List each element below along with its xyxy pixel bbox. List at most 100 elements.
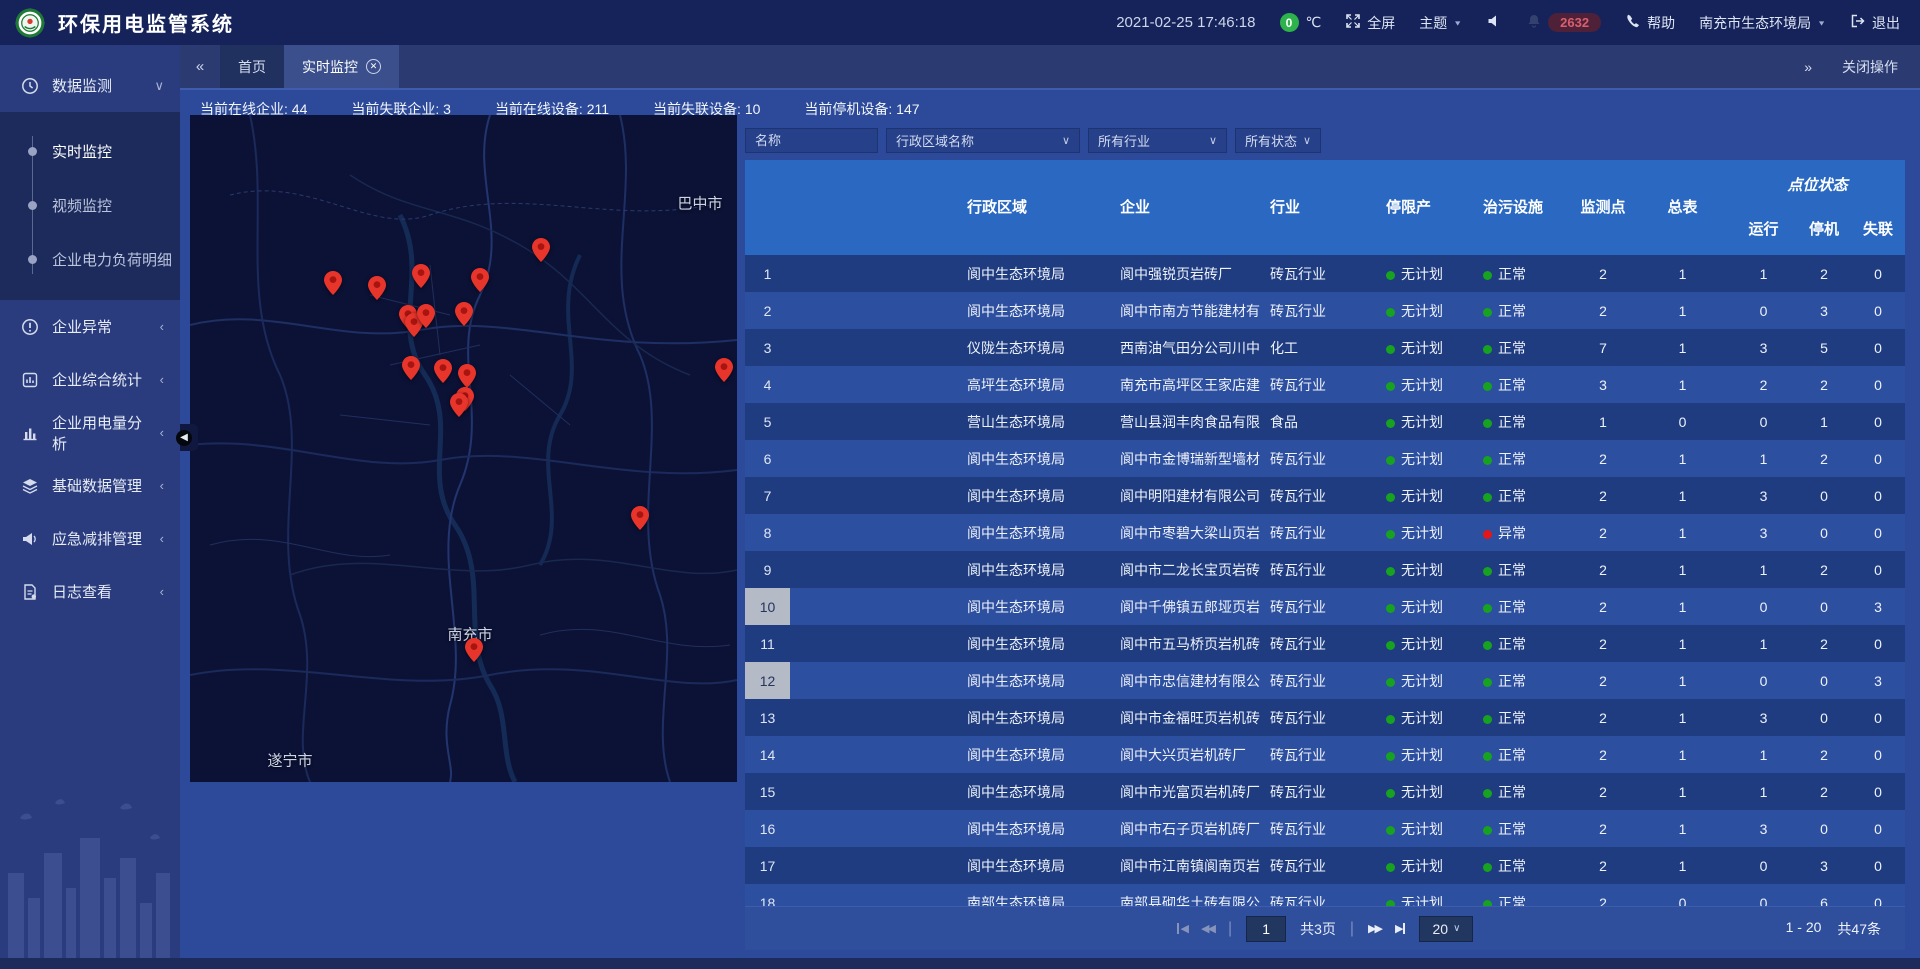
table-row[interactable]: 1阆中生态环境局阆中强锐页岩砖厂砖瓦行业无计划正常21120	[745, 255, 1905, 292]
cell-run: 0	[1730, 599, 1797, 615]
cell-facility-status: 正常	[1483, 745, 1571, 765]
status-dot-icon	[1483, 530, 1492, 539]
map-pin-icon[interactable]	[455, 302, 473, 326]
table-row[interactable]: 12阆中生态环境局阆中市忠信建材有限公砖瓦行业无计划正常21003	[745, 662, 1905, 699]
table-row[interactable]: 9阆中生态环境局阆中市二龙长宝页岩砖砖瓦行业无计划正常21120	[745, 551, 1905, 588]
sidebar-item[interactable]: 基础数据管理‹	[0, 459, 180, 512]
page-size-select[interactable]: 20∨	[1419, 916, 1473, 942]
table-row[interactable]: 3仪陇生态环境局西南油气田分公司川中化工无计划正常71350	[745, 329, 1905, 366]
chevron-down-icon: ∨	[154, 78, 164, 94]
status-dot-icon	[1386, 604, 1395, 613]
name-search-input[interactable]	[745, 128, 878, 153]
fullscreen-icon	[1345, 13, 1361, 32]
status-dot-icon	[1386, 271, 1395, 280]
first-page-icon[interactable]: ◀	[1177, 922, 1187, 935]
last-page-icon[interactable]: ▶	[1395, 922, 1405, 935]
table-row[interactable]: 16阆中生态环境局阆中市石子页岩机砖厂砖瓦行业无计划正常21300	[745, 810, 1905, 847]
cell-run: 1	[1730, 636, 1797, 652]
layers-icon	[21, 477, 39, 495]
chevron-left-icon: ‹	[160, 425, 164, 440]
map-pin-icon[interactable]	[471, 268, 489, 292]
table-row[interactable]: 11阆中生态环境局阆中市五马桥页岩机砖砖瓦行业无计划正常21120	[745, 625, 1905, 662]
map-pin-icon[interactable]	[465, 638, 483, 662]
sidebar-item[interactable]: 企业综合统计‹	[0, 353, 180, 406]
sidebar-item[interactable]: 应急减排管理‹	[0, 512, 180, 565]
map-pin-icon[interactable]	[402, 356, 420, 380]
map-pin-icon[interactable]	[417, 304, 435, 328]
sidebar-subitem[interactable]: 视频监控	[0, 178, 180, 232]
cell-stop: 3	[1797, 858, 1851, 874]
map-canvas[interactable]: 巴中市南充市遂宁市	[190, 115, 737, 782]
table-row[interactable]: 6阆中生态环境局阆中市金博瑞新型墙材砖瓦行业无计划正常21120	[745, 440, 1905, 477]
cell-meters: 1	[1635, 488, 1730, 504]
cell-meters: 1	[1635, 562, 1730, 578]
table-row[interactable]: 5营山生态环境局营山县润丰肉食品有限食品无计划正常10010	[745, 403, 1905, 440]
table-row[interactable]: 14阆中生态环境局阆中大兴页岩机砖厂砖瓦行业无计划正常21120	[745, 736, 1905, 773]
pagination-bar: ◀ ◀◀ | 共3页 | ▶▶ ▶ 20∨ 1 - 20共47条	[745, 906, 1905, 950]
table-row[interactable]: 7阆中生态环境局阆中明阳建材有限公司砖瓦行业无计划正常21300	[745, 477, 1905, 514]
map-pin-icon[interactable]	[715, 358, 733, 382]
cell-meters: 1	[1635, 340, 1730, 356]
cell-industry: 砖瓦行业	[1270, 782, 1386, 802]
table-row[interactable]: 13阆中生态环境局阆中市金福旺页岩机砖砖瓦行业无计划正常21300	[745, 699, 1905, 736]
tab-close-icon[interactable]: ✕	[366, 59, 381, 74]
industry-select[interactable]: 所有行业∨	[1088, 128, 1227, 153]
map-pin-icon[interactable]	[631, 506, 649, 530]
tab-item[interactable]: 首页	[220, 45, 284, 88]
cell-limit-status: 无计划	[1386, 523, 1483, 543]
prev-page-icon[interactable]: ◀◀	[1201, 922, 1214, 935]
cell-lost: 3	[1851, 599, 1905, 615]
sidebar-item[interactable]: 企业用电量分析‹	[0, 406, 180, 459]
close-operations-button[interactable]: 关闭操作	[1842, 57, 1898, 77]
cell-lost: 0	[1851, 414, 1905, 430]
total-pages-label: 共3页	[1300, 919, 1336, 939]
tab-active[interactable]: 实时监控✕	[284, 45, 399, 88]
table-row[interactable]: 2阆中生态环境局阆中市南方节能建材有砖瓦行业无计划正常21030	[745, 292, 1905, 329]
help-button[interactable]: 帮助	[1625, 13, 1675, 33]
logout-button[interactable]: 退出	[1850, 13, 1900, 33]
map-pin-icon[interactable]	[368, 276, 386, 300]
table-row[interactable]: 10阆中生态环境局阆中千佛镇五郎垭页岩砖瓦行业无计划正常21003	[745, 588, 1905, 625]
sidebar-item[interactable]: 企业异常‹	[0, 300, 180, 353]
sidebar-item[interactable]: 数据监测∨	[0, 59, 180, 112]
region-select[interactable]: 行政区域名称∨	[886, 128, 1080, 153]
next-page-icon[interactable]: ▶▶	[1368, 922, 1381, 935]
mute-button[interactable]	[1486, 13, 1502, 32]
map-pin-icon[interactable]	[324, 271, 342, 295]
table-row[interactable]: 17阆中生态环境局阆中市江南镇阆南页岩砖瓦行业无计划正常21030	[745, 847, 1905, 884]
sidebar-subitem[interactable]: 实时监控	[0, 124, 180, 178]
theme-dropdown[interactable]: 主题▼	[1419, 13, 1462, 33]
cell-facility-status: 正常	[1483, 338, 1571, 358]
cell-company: 阆中市石子页岩机砖厂	[1120, 819, 1270, 839]
table-row[interactable]: 4高坪生态环境局南充市高坪区王家店建砖瓦行业无计划正常31220	[745, 366, 1905, 403]
table-row[interactable]: 15阆中生态环境局阆中市光富页岩机砖厂砖瓦行业无计划正常21120	[745, 773, 1905, 810]
status-select[interactable]: 所有状态∨	[1235, 128, 1321, 153]
row-index: 6	[745, 440, 790, 477]
cell-stop: 2	[1797, 747, 1851, 763]
sidebar-subitem[interactable]: 企业电力负荷明细	[0, 232, 180, 286]
cell-meters: 1	[1635, 636, 1730, 652]
cell-industry: 砖瓦行业	[1270, 745, 1386, 765]
sidebar-item[interactable]: 日志查看‹	[0, 565, 180, 618]
notifications-button[interactable]: 2632	[1526, 13, 1601, 32]
cell-industry: 砖瓦行业	[1270, 301, 1386, 321]
table-header: 行政区域企业行业停限产治污设施监测点总表点位状态运行停机失联	[745, 160, 1905, 255]
map-pin-icon[interactable]	[532, 238, 550, 262]
tabs-scroll-left-icon[interactable]: «	[180, 45, 220, 88]
fullscreen-button[interactable]: 全屏	[1345, 13, 1395, 33]
sidebar-collapse-handle[interactable]: ◀	[180, 424, 198, 451]
tabs-scroll-right-icon[interactable]: »	[1804, 59, 1812, 75]
page-number-input[interactable]	[1246, 916, 1286, 942]
sidebar-item-label: 应急减排管理	[52, 528, 142, 549]
org-dropdown[interactable]: 南充市生态环境局▼	[1699, 13, 1826, 33]
chevron-left-icon: ‹	[160, 584, 164, 599]
map-pin-icon[interactable]	[412, 264, 430, 288]
table-row[interactable]: 8阆中生态环境局阆中市枣碧大梁山页岩砖瓦行业无计划异常21300	[745, 514, 1905, 551]
cell-lost: 0	[1851, 784, 1905, 800]
status-dot-icon	[1483, 456, 1492, 465]
map-pin-icon[interactable]	[458, 364, 476, 388]
map-pin-icon[interactable]	[450, 393, 468, 417]
cell-industry: 化工	[1270, 338, 1386, 358]
map-pin-icon[interactable]	[434, 359, 452, 383]
main-content: 当前在线企业: 44当前失联企业: 3当前在线设备: 211当前失联设备: 10…	[180, 92, 1920, 958]
